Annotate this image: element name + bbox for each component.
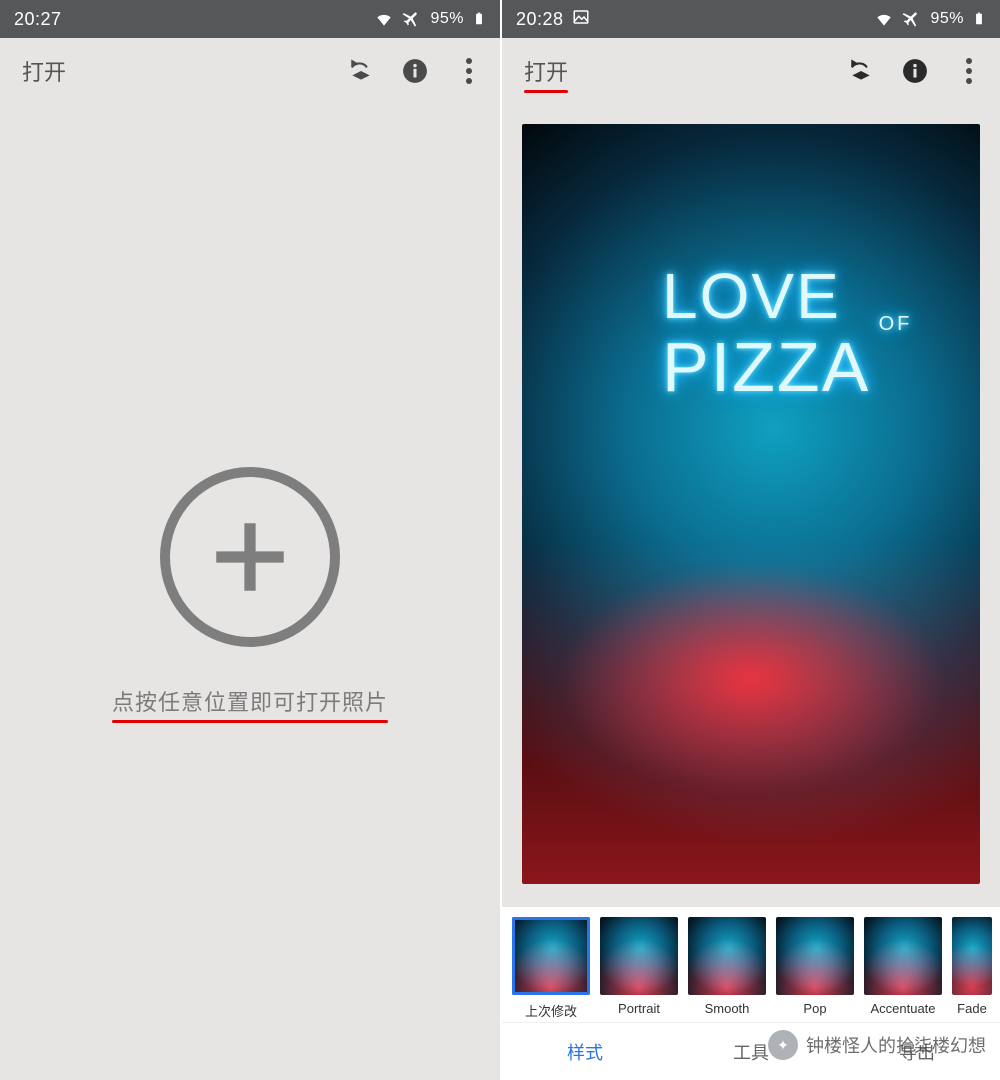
filter-thumb [600, 917, 678, 995]
battery-icon [972, 9, 986, 29]
filter-smooth[interactable]: Smooth [688, 917, 766, 1020]
more-vert-icon[interactable] [952, 54, 986, 88]
filter-thumb [952, 917, 992, 995]
neon-sign: LOVE OF PIZZA [662, 264, 870, 402]
bottom-tabs: 样式 工具 导出 [502, 1022, 1000, 1080]
filter-thumb [512, 917, 590, 995]
open-button[interactable]: 打开 [524, 55, 568, 87]
open-button[interactable]: 打开 [22, 55, 66, 87]
clock: 20:27 [14, 9, 62, 30]
image-icon [572, 8, 590, 31]
status-bar-left: 20:27 95% [0, 0, 500, 38]
plus-circle-icon [160, 467, 340, 647]
filter-label: 上次修改 [525, 1001, 577, 1020]
wifi-icon [374, 9, 394, 29]
filter-label: Smooth [705, 1001, 750, 1016]
battery-icon [472, 9, 486, 29]
tab-export[interactable]: 导出 [834, 1039, 1000, 1065]
filter-fade[interactable]: Fade [952, 917, 992, 1020]
neon-of: OF [879, 314, 913, 334]
right-panel: 20:28 95% 打开 [500, 0, 1000, 1080]
filter-label: Accentuate [870, 1001, 935, 1016]
info-icon[interactable] [898, 54, 932, 88]
filter-strip[interactable]: 上次修改 Portrait Smooth Pop Accentuate Fade [502, 907, 1000, 1022]
airplane-icon [402, 9, 422, 29]
tab-styles[interactable]: 样式 [502, 1039, 668, 1065]
status-bar-right: 20:28 95% [502, 0, 1000, 38]
filter-thumb [864, 917, 942, 995]
edited-photo: LOVE OF PIZZA [522, 124, 980, 884]
clock: 20:28 [516, 9, 564, 30]
battery-text: 95% [430, 10, 464, 28]
filter-pop[interactable]: Pop [776, 917, 854, 1020]
neon-line-1: LOVE [662, 264, 870, 328]
tab-tools[interactable]: 工具 [668, 1039, 834, 1065]
more-vert-icon[interactable] [452, 54, 486, 88]
battery-text: 95% [930, 10, 964, 28]
filter-label: Pop [803, 1001, 826, 1016]
filter-thumb [688, 917, 766, 995]
filter-thumb [776, 917, 854, 995]
empty-open-area[interactable]: 点按任意位置即可打开照片 [0, 104, 500, 1080]
image-canvas[interactable]: LOVE OF PIZZA [502, 104, 1000, 907]
filter-portrait[interactable]: Portrait [600, 917, 678, 1020]
left-panel: 20:27 95% 打开 [0, 0, 500, 1080]
app-bar-left: 打开 [0, 38, 500, 104]
airplane-icon [902, 9, 922, 29]
app-bar-right: 打开 [502, 38, 1000, 104]
info-icon[interactable] [398, 54, 432, 88]
filter-accentuate[interactable]: Accentuate [864, 917, 942, 1020]
open-hint-text: 点按任意位置即可打开照片 [112, 685, 388, 717]
layers-undo-icon[interactable] [344, 54, 378, 88]
filter-label: Fade [957, 1001, 987, 1016]
wifi-icon [874, 9, 894, 29]
neon-line-2: PIZZA [662, 332, 870, 402]
layers-undo-icon[interactable] [844, 54, 878, 88]
filter-last-edit[interactable]: 上次修改 [512, 917, 590, 1020]
filter-label: Portrait [618, 1001, 660, 1016]
